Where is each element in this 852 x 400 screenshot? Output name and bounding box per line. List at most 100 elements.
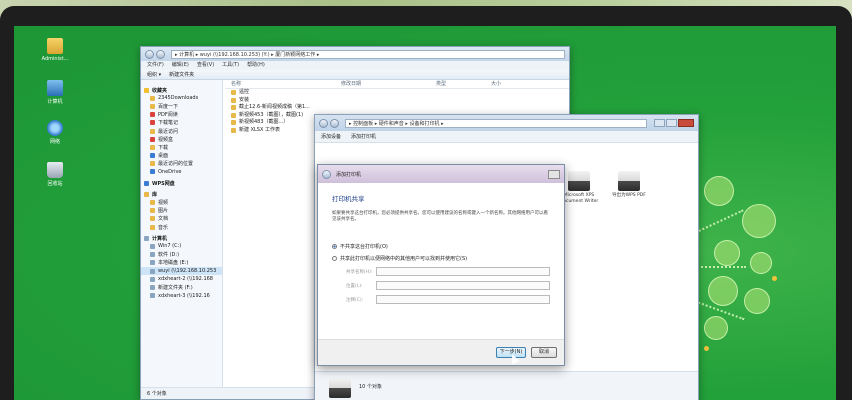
desktop-icon-network[interactable]: 网络: [38, 120, 72, 145]
decor-circle: [750, 252, 772, 274]
sidebar-item-label: 视频: [158, 200, 169, 207]
sidebar-item[interactable]: xdxheart-3 (\\192.16: [141, 292, 222, 300]
sidebar-item[interactable]: 视频盒: [141, 135, 222, 143]
forward-button[interactable]: [156, 49, 165, 59]
sidebar-item[interactable]: 下载笔记: [141, 119, 222, 127]
folder-icon: [144, 180, 149, 186]
sidebar-item[interactable]: 桌面: [141, 152, 222, 160]
folder-icon: [150, 169, 155, 175]
comment-field[interactable]: [376, 295, 550, 304]
sidebar-item-label: OneDrive: [158, 168, 182, 175]
dialog-heading: 打印机共享: [332, 195, 365, 203]
radio-share[interactable]: 共享此打印机以便网络中的其他用户可以找到并使用它(S): [332, 255, 550, 262]
dialog-footer: 下一步(N) 取消: [318, 339, 564, 365]
share-name-field[interactable]: [376, 267, 550, 276]
drive-icon: [150, 268, 155, 274]
folder-icon: [150, 208, 155, 214]
user-folder-icon: [47, 38, 63, 54]
sidebar-item-label: 新建文件夹 (F:): [158, 284, 193, 291]
menu-tools[interactable]: 工具(T): [222, 61, 239, 70]
organize-button[interactable]: 组织 ▾: [147, 70, 161, 79]
sidebar-item-label: 收藏夹: [152, 87, 168, 94]
sidebar-item[interactable]: 收藏夹: [141, 86, 222, 94]
printer-wps-pdf[interactable]: 导出为WPS PDF: [605, 171, 653, 199]
address-field[interactable]: ▸ 计算机 ▸ wuyi (\\192.168.10.253) (Y:) ▸ 厦…: [171, 49, 565, 59]
add-device-button[interactable]: 添加设备: [321, 131, 341, 142]
sidebar-item[interactable]: 最近访问: [141, 127, 222, 135]
sidebar-item[interactable]: 库: [141, 190, 222, 198]
sidebar-item[interactable]: WPS网盘: [141, 179, 222, 187]
file-row[interactable]: 遥控: [225, 89, 569, 97]
sidebar-item[interactable]: 下载: [141, 143, 222, 151]
sidebar-item[interactable]: wuyi (\\192.168.10.253: [141, 266, 222, 276]
folder-icon: [150, 200, 155, 206]
menu-help[interactable]: 帮助(H): [247, 61, 265, 70]
printer-label: Microsoft XPS Document Writer: [559, 193, 599, 204]
desktop-icon-recycle-bin[interactable]: 回收站: [38, 162, 72, 187]
back-button[interactable]: [145, 49, 154, 59]
back-button[interactable]: [322, 169, 331, 179]
sidebar-item[interactable]: 视频: [141, 198, 222, 206]
menu-file[interactable]: 文件(F): [147, 61, 164, 70]
forward-button[interactable]: [330, 118, 339, 128]
desktop-icon-label: 计算机: [47, 99, 63, 105]
sidebar-item-label: 文档: [158, 216, 169, 223]
sidebar-item-label: 库: [152, 191, 158, 198]
cancel-button[interactable]: 取消: [531, 347, 557, 358]
decor-circle: [704, 316, 728, 340]
sidebar-item[interactable]: 图片: [141, 207, 222, 215]
sidebar-item[interactable]: 软件 (D:): [141, 251, 222, 259]
sidebar-item-label: 2345Downloads: [158, 95, 199, 102]
sidebar-item[interactable]: xdxheart-2 (\\192.168: [141, 275, 222, 283]
folder-icon: [150, 95, 155, 101]
drive-icon: [150, 276, 155, 282]
sidebar-item[interactable]: 本地磁盘 (E:): [141, 259, 222, 267]
sidebar-item[interactable]: PDF阅读: [141, 111, 222, 119]
column-date[interactable]: 修改日期: [335, 80, 430, 88]
sidebar-item[interactable]: 新建文件夹 (F:): [141, 283, 222, 291]
sidebar-item[interactable]: 最近访问的位置: [141, 160, 222, 168]
sidebar-item[interactable]: 百度一下: [141, 102, 222, 110]
computer-icon: [47, 80, 63, 96]
new-folder-button[interactable]: 新建文件夹: [169, 70, 194, 79]
sidebar-item[interactable]: Win7 (C:): [141, 242, 222, 250]
dialog-description: 如果要共享这台打印机，您必须提供共享名。您可以使用建议的名称或键入一个新名称。其…: [332, 211, 548, 222]
radio-no-share[interactable]: 不共享这台打印机(O): [332, 243, 550, 250]
sidebar-item[interactable]: 文档: [141, 215, 222, 223]
back-button[interactable]: [319, 118, 328, 128]
minimize-button[interactable]: [654, 119, 665, 127]
sidebar-item[interactable]: 音乐: [141, 223, 222, 231]
desktop-icon-user-folder[interactable]: Administ...: [38, 38, 72, 62]
file-row[interactable]: 安装: [225, 97, 569, 105]
sidebar-item-label: 音乐: [158, 224, 169, 231]
sidebar-item[interactable]: OneDrive: [141, 168, 222, 176]
file-row[interactable]: 截止12.6-新闻视频成稿（第1...: [225, 104, 569, 112]
sidebar-item[interactable]: 计算机: [141, 234, 222, 242]
column-headers: 名称 修改日期 类型 大小: [225, 80, 569, 89]
folder-icon: [144, 191, 149, 197]
menu-edit[interactable]: 编辑(E): [172, 61, 189, 70]
folder-icon: [150, 120, 155, 126]
object-count: 6 个对象: [147, 391, 167, 397]
drive-icon: [150, 284, 155, 290]
location-field[interactable]: [376, 281, 550, 290]
close-button[interactable]: [678, 119, 694, 127]
devices-address-field[interactable]: ▸ 控制面板 ▸ 硬件和声音 ▸ 设备和打印机 ▸: [345, 118, 647, 128]
navigation-pane: 收藏夹 2345Downloads 百度一下 PDF阅读 下载笔记 最近访问 视频盒 下载 桌面…: [141, 80, 223, 387]
desktop-icon-computer[interactable]: 计算机: [38, 80, 72, 105]
column-size[interactable]: 大小: [485, 80, 525, 88]
sidebar-item[interactable]: 2345Downloads: [141, 94, 222, 102]
column-type[interactable]: 类型: [430, 80, 485, 88]
folder-icon: [150, 136, 155, 142]
column-name[interactable]: 名称: [225, 80, 335, 88]
location-label: 位置(L):: [346, 283, 363, 289]
sidebar-item-label: 百度一下: [158, 103, 179, 110]
radio-label: 共享此打印机以便网络中的其他用户可以找到并使用它(S): [340, 256, 468, 262]
add-printer-button[interactable]: 添加打印机: [351, 131, 376, 142]
drive-icon: [150, 243, 155, 249]
menu-view[interactable]: 查看(V): [197, 61, 214, 70]
drive-icon: [144, 235, 149, 241]
close-button[interactable]: [548, 169, 560, 179]
maximize-button[interactable]: [666, 119, 677, 127]
folder-icon: [231, 127, 236, 133]
